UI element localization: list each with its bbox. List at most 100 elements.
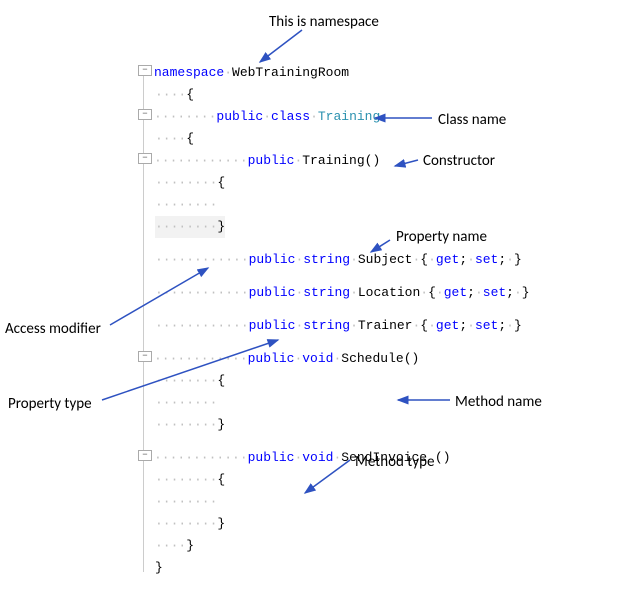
arrow-namespace [260, 30, 302, 62]
highlighted-line: ········} [155, 216, 225, 238]
fold-toggle[interactable]: − [138, 65, 152, 76]
code-line: ········ [138, 194, 598, 216]
open-brace: { [420, 318, 428, 333]
whitespace-dot: · [350, 285, 358, 300]
constructor-identifier: Training [302, 153, 364, 168]
keyword-set: set [475, 252, 498, 267]
keyword-public: public [216, 109, 263, 124]
code-line: ········} [138, 414, 598, 436]
whitespace-dots: ············ [155, 285, 249, 300]
fold-toggle[interactable]: − [138, 109, 152, 120]
close-brace: } [155, 560, 163, 575]
fold-toggle[interactable]: − [138, 351, 152, 362]
code-line: −············public·void·Schedule() [138, 348, 598, 370]
whitespace-dots: ···· [155, 131, 186, 146]
keyword-public: public [248, 351, 295, 366]
keyword-set: set [483, 285, 506, 300]
whitespace-dot: · [436, 285, 444, 300]
blank-line [138, 337, 598, 348]
close-brace: } [514, 318, 522, 333]
close-brace: } [522, 285, 530, 300]
open-brace: { [186, 87, 194, 102]
open-brace: { [217, 472, 225, 487]
code-line: −namespace·WebTrainingRoom [138, 62, 598, 84]
parentheses: () [404, 351, 420, 366]
keyword-public: public [248, 450, 295, 465]
open-brace: { [217, 373, 225, 388]
whitespace-dots: ········ [155, 219, 217, 234]
code-line: ············public·string·Trainer·{·get;… [138, 315, 598, 337]
whitespace-dots: ········ [155, 395, 217, 410]
code-line: ········} [138, 216, 598, 238]
whitespace-dots: ········ [155, 417, 217, 432]
blank-line [138, 238, 598, 249]
property-name: Location [358, 285, 420, 300]
code-editor: −namespace·WebTrainingRoom ····{ −······… [138, 62, 598, 579]
whitespace-dot: · [467, 252, 475, 267]
close-brace: } [217, 516, 225, 531]
whitespace-dots: ···· [155, 87, 186, 102]
method-name: Schedule [341, 351, 403, 366]
whitespace-dots: ········ [155, 472, 217, 487]
whitespace-dot: · [475, 285, 483, 300]
whitespace-dots: ········ [154, 109, 216, 124]
keyword-public: public [249, 252, 296, 267]
whitespace-dot: · [514, 285, 522, 300]
annotation-property-type: Property type [8, 395, 92, 413]
whitespace-dot: · [263, 109, 271, 124]
keyword-namespace: namespace [154, 65, 224, 80]
class-name-identifier: Training [318, 109, 380, 124]
code-line: −············public·void·SendInvoice () [138, 447, 598, 469]
whitespace-dot: · [350, 252, 358, 267]
close-brace: } [186, 538, 194, 553]
code-line: ········} [138, 513, 598, 535]
whitespace-dot: · [467, 318, 475, 333]
whitespace-dots: ···· [155, 538, 186, 553]
whitespace-dot: · [506, 318, 514, 333]
keyword-public: public [248, 153, 295, 168]
keyword-void: void [302, 351, 333, 366]
annotation-access-modifier: Access modifier [5, 320, 101, 338]
code-line: } [138, 557, 598, 579]
whitespace-dots: ············ [155, 318, 249, 333]
code-line: ····} [138, 535, 598, 557]
whitespace-dot: · [428, 318, 436, 333]
open-brace: { [420, 252, 428, 267]
space [427, 450, 435, 465]
fold-toggle[interactable]: − [138, 450, 152, 461]
open-brace: { [186, 131, 194, 146]
parentheses: () [365, 153, 381, 168]
whitespace-dots: ············ [154, 450, 248, 465]
blank-line [138, 304, 598, 315]
whitespace-dots: ········ [155, 516, 217, 531]
whitespace-dots: ············ [154, 351, 248, 366]
keyword-string: string [303, 318, 350, 333]
keyword-public: public [249, 318, 296, 333]
blank-line [138, 271, 598, 282]
code-line: −········public·class·Training [138, 106, 598, 128]
close-brace: } [217, 417, 225, 432]
blank-line [138, 436, 598, 447]
code-line: ············public·string·Subject·{·get;… [138, 249, 598, 271]
whitespace-dot: · [350, 318, 358, 333]
whitespace-dots: ········ [155, 175, 217, 190]
open-brace: { [428, 285, 436, 300]
annotation-namespace: This is namespace [269, 13, 379, 31]
keyword-class: class [271, 109, 310, 124]
semicolon: ; [498, 252, 506, 267]
keyword-get: get [436, 318, 459, 333]
whitespace-dot: · [420, 285, 428, 300]
code-line: −············public·Training() [138, 150, 598, 172]
whitespace-dots: ············ [154, 153, 248, 168]
whitespace-dot: · [506, 252, 514, 267]
method-name: SendInvoice [341, 450, 427, 465]
code-line: ········{ [138, 370, 598, 392]
parentheses: () [435, 450, 451, 465]
keyword-set: set [475, 318, 498, 333]
keyword-public: public [249, 285, 296, 300]
fold-toggle[interactable]: − [138, 153, 152, 164]
property-name: Subject [358, 252, 413, 267]
keyword-get: get [436, 252, 459, 267]
semicolon: ; [459, 318, 467, 333]
keyword-string: string [303, 252, 350, 267]
